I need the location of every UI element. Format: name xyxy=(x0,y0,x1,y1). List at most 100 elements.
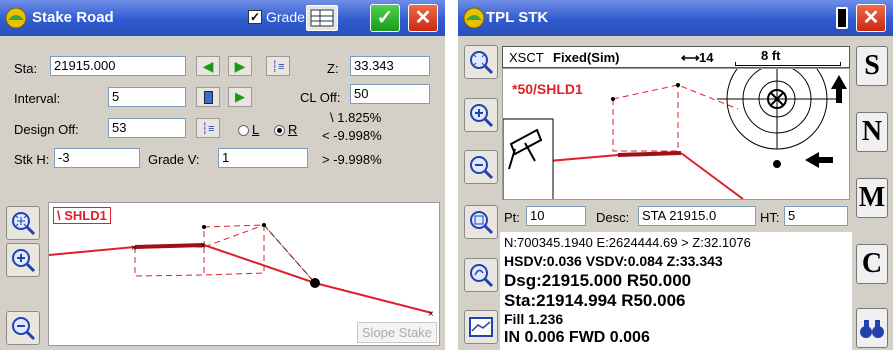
stk-h-field[interactable]: -3 xyxy=(54,148,140,168)
design-off-field[interactable]: 53 xyxy=(108,118,186,138)
point-label: *50/SHLD1 xyxy=(509,81,586,97)
grade-checkbox[interactable]: ✓ xyxy=(248,10,262,24)
zoom-extents-icon xyxy=(470,51,494,75)
zoom-out-button[interactable] xyxy=(464,150,498,184)
zoom-out-icon xyxy=(12,317,36,341)
ht-label: HT: xyxy=(760,210,780,225)
close-button[interactable]: ✕ xyxy=(856,4,886,32)
title-bar: Stake Road ✓ Grade ✓ ✕ xyxy=(0,0,445,36)
side-button-c[interactable]: C xyxy=(856,244,888,284)
grade-v-field[interactable]: 1 xyxy=(218,148,308,168)
slope-stake-button[interactable]: Slope Stake xyxy=(356,322,437,343)
list-icon: ┆≡ xyxy=(201,122,215,135)
play-button[interactable]: ▶ xyxy=(228,87,252,107)
design-station-line: Dsg:21915.000 R50.000 xyxy=(504,271,692,290)
coordinates-line: N:700345.1940 E:2624444.69 > Z:32.1076 xyxy=(504,235,751,250)
svg-text:×: × xyxy=(200,241,206,252)
window-title: Stake Road xyxy=(32,9,114,26)
desc-label: Desc: xyxy=(596,210,630,225)
pt-label: Pt: xyxy=(504,210,520,225)
cl-off-field[interactable]: 50 xyxy=(350,84,430,104)
cross-section-view[interactable]: × × × \ SHLD1 Slope Stake xyxy=(48,202,440,346)
close-button[interactable]: ✕ xyxy=(408,4,438,32)
cross-slope-value: \ 1.825% xyxy=(330,110,382,125)
ok-button[interactable]: ✓ xyxy=(370,4,400,32)
calculator-button[interactable] xyxy=(196,87,220,107)
profile-view-button[interactable] xyxy=(464,310,498,344)
scale-label: 8 ft xyxy=(761,48,781,63)
zoom-previous-icon xyxy=(470,264,494,288)
station-line: Sta:21914.994 R50.006 xyxy=(504,291,686,310)
zoom-extents-button[interactable] xyxy=(464,45,498,79)
pt-field[interactable]: 10 xyxy=(526,206,586,226)
road-surface-line xyxy=(617,151,682,157)
zoom-extents-button[interactable] xyxy=(6,206,40,240)
offset-line: IN 0.006 FWD 0.006 xyxy=(504,329,650,346)
satellite-count: 14 xyxy=(699,50,714,65)
zoom-out-button[interactable] xyxy=(6,311,40,345)
fix-status: Fixed(Sim) xyxy=(553,50,620,65)
svg-text:×: × xyxy=(428,309,434,320)
list-icon: ┆≡ xyxy=(271,60,285,73)
tpl-stk-window: TPL STK ✕ XSCT Fixed(Sim) ⟷ 14 8 ft *50/… xyxy=(458,0,893,350)
station-list-button[interactable]: ┆≡ xyxy=(266,56,290,76)
sta-field[interactable]: 21915.000 xyxy=(50,56,186,76)
stake-road-window: Stake Road ✓ Grade ✓ ✕ Sta: 21915.000 ◀ … xyxy=(0,0,445,350)
radio-right[interactable] xyxy=(274,125,285,136)
arrow-left-icon: ◀ xyxy=(202,57,214,74)
design-list-button[interactable]: ┆≡ xyxy=(196,118,220,138)
hsdv-line: HSDV:0.036 VSDV:0.084 Z:33.343 xyxy=(504,253,723,269)
mode-label: XSCT xyxy=(509,50,544,65)
current-position-marker xyxy=(773,160,781,168)
side-button-m[interactable]: M xyxy=(856,178,888,218)
z-label: Z: xyxy=(327,61,339,76)
west-arrow-icon xyxy=(805,152,833,168)
binoculars-button[interactable] xyxy=(856,308,888,348)
interval-field[interactable]: 5 xyxy=(108,87,186,107)
grade-v-label: Grade V: xyxy=(148,152,200,167)
station-forward-button[interactable]: ▶ xyxy=(228,56,252,76)
calculator-icon xyxy=(203,90,213,104)
current-position-marker xyxy=(310,278,320,288)
zoom-window-icon xyxy=(470,211,494,235)
zoom-in-button[interactable] xyxy=(464,98,498,132)
window-title: TPL STK xyxy=(486,9,549,26)
zoom-in-button[interactable] xyxy=(6,243,40,277)
fill-line: Fill 1.236 xyxy=(504,311,564,327)
play-icon: ▶ xyxy=(235,89,245,104)
road-surface-line xyxy=(134,243,205,249)
ht-field[interactable]: 5 xyxy=(784,206,848,226)
profile-view-icon xyxy=(469,317,493,337)
info-panel: N:700345.1940 E:2624444.69 > Z:32.1076 H… xyxy=(500,232,852,350)
zoom-window-button[interactable] xyxy=(464,205,498,239)
interval-label: Interval: xyxy=(14,91,61,106)
zoom-in-icon xyxy=(12,249,36,273)
status-bar: XSCT Fixed(Sim) ⟷ 14 8 ft xyxy=(502,46,850,68)
right-slope-value: > -9.998% xyxy=(322,152,382,167)
scale-bar xyxy=(735,62,841,66)
grade-table-button[interactable] xyxy=(306,5,338,31)
z-field[interactable]: 33.343 xyxy=(350,56,430,76)
satellite-icon: ⟷ xyxy=(681,50,700,65)
binoculars-icon xyxy=(860,320,884,338)
zoom-in-icon xyxy=(470,104,494,128)
side-button-n[interactable]: N xyxy=(856,112,888,152)
radio-left[interactable] xyxy=(238,125,249,136)
design-template-line xyxy=(612,85,679,152)
arrow-right-icon: ▶ xyxy=(234,57,246,74)
existing-ground-line xyxy=(680,152,744,199)
station-back-button[interactable]: ◀ xyxy=(196,56,220,76)
design-template-line xyxy=(134,247,205,277)
side-button-s[interactable]: S xyxy=(856,46,888,86)
stakeout-graphic-view[interactable]: *50/SHLD1 xyxy=(502,68,850,200)
app-logo-icon xyxy=(463,7,485,29)
design-off-label: Design Off: xyxy=(14,122,79,137)
svg-text:×: × xyxy=(131,243,137,254)
desc-field[interactable]: STA 21915.0 xyxy=(638,206,756,226)
design-template-line xyxy=(203,224,265,276)
title-bar: TPL STK ✕ xyxy=(458,0,893,36)
zoom-previous-button[interactable] xyxy=(464,258,498,292)
sta-label: Sta: xyxy=(14,61,38,76)
design-template-line xyxy=(612,84,739,110)
grade-table-icon xyxy=(310,9,334,27)
